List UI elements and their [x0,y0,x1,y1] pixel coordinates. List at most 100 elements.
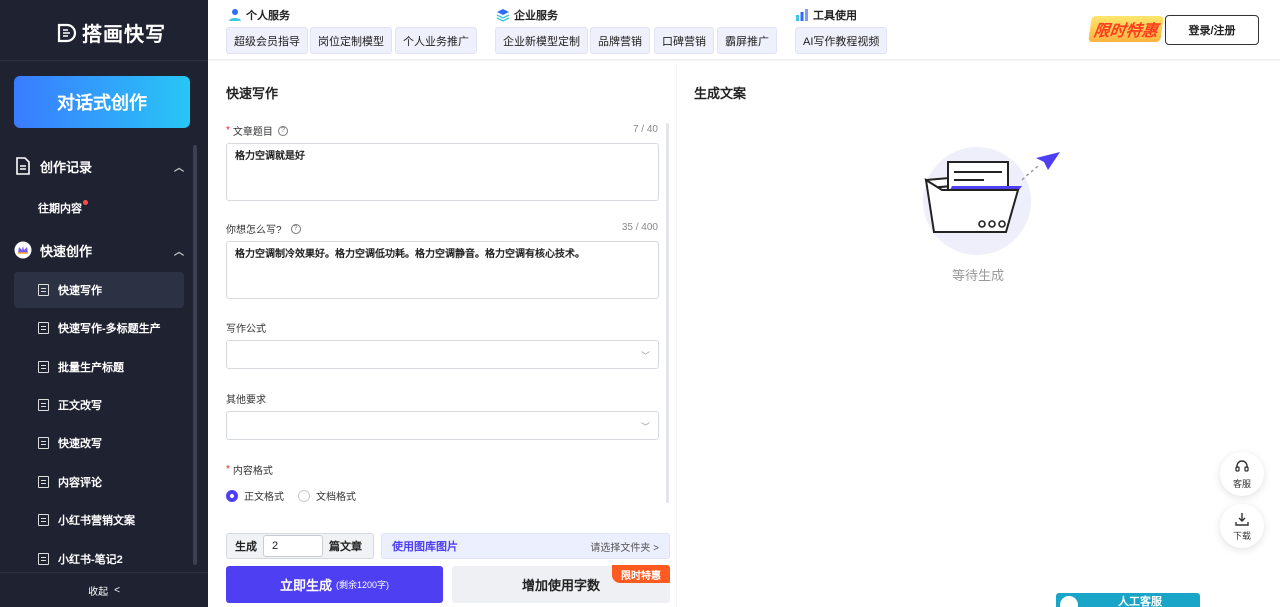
chevron-up-icon: ︿ [174,246,184,258]
sidebar-nav-label: 正文改写 [58,400,102,412]
waiting-text: 等待生成 [952,268,1005,283]
tag-personal-promo[interactable]: 个人业务推广 [395,27,477,54]
formula-select[interactable]: ﹀ [226,340,659,369]
sidebar: 搭画快写 对话式创作 创作记录 ︿ 往期内容 快速创作 ︿ 快速写作快速写作-多… [0,0,208,607]
tag-reputation-marketing[interactable]: 口碑营销 [654,27,714,54]
article-title-label: * 文章题目 ? [226,123,288,138]
brand-name: 搭画快写 [82,24,166,46]
chevron-down-icon: ﹀ [640,351,650,361]
required-mark: * [226,464,230,475]
collapse-button[interactable]: 收起 < [0,572,208,607]
other-requirements-select[interactable]: ﹀ [226,411,659,440]
how-to-write-input[interactable]: 格力空调制冷效果好。格力空调低功耗。格力空调静音。格力空调有核心技术。 [226,241,659,299]
empty-folder-illustration [923,147,1060,255]
article-title-input[interactable]: 格力空调就是好 [226,143,659,201]
edit-doc-icon [38,437,49,449]
sidebar-nav-label: 小红书营销文案 [58,515,135,527]
how-to-write-label: 你想怎么写? ? [226,221,301,236]
chat-bubble-icon [1060,596,1078,607]
chevron-up-icon: ︿ [174,162,184,174]
sidebar-scrollbar[interactable] [193,145,197,565]
divider [0,60,208,61]
form-title: 快速写作 [226,86,279,101]
edit-doc-icon [38,476,49,488]
headset-icon [1235,459,1249,472]
use-library-label: 使用图库图片 [392,541,458,553]
remaining-words: (剩余1200字) [335,580,390,590]
generate-count-input[interactable]: 2 [263,535,323,557]
generate-suffix: 篇文章 [329,541,362,553]
tag-brand-marketing[interactable]: 品牌营销 [590,27,650,54]
section-history-label: 创作记录 [40,159,93,175]
sidebar-nav-item[interactable]: 正文改写 [14,387,184,423]
personal-service-icon [229,9,241,21]
formula-label: 写作公式 [226,324,266,335]
select-folder-button[interactable]: 请选择文件夹 > [590,539,659,554]
radio-document-format[interactable]: 文档格式 [298,488,356,503]
section-history[interactable]: 创作记录 ︿ [14,154,184,178]
sidebar-nav-label: 小红书-笔记2 [58,554,123,566]
sidebar-nav-label: 批量生产标题 [58,362,124,374]
customer-service-button[interactable]: 客服 [1220,452,1264,496]
sidebar-nav-item[interactable]: 批量生产标题 [14,349,184,385]
required-mark: * [226,125,230,136]
notification-dot [83,200,88,205]
sidebar-nav-item[interactable]: 快速改写 [14,425,184,461]
logo-icon [57,23,77,42]
group-personal-title: 个人服务 [228,7,290,23]
radio-checked [226,489,238,502]
generate-now-button[interactable]: 立即生成 (剩余1200字) [226,566,443,603]
limited-offer-badge: 限时特惠 [612,565,670,583]
group-enterprise-title: 企业服务 [496,7,558,23]
tag-enterprise-model[interactable]: 企业新模型定制 [495,27,588,54]
generate-prefix: 生成 [235,541,257,553]
login-register-button[interactable]: 登录/注册 [1165,15,1259,45]
output-title: 生成文案 [694,86,747,101]
tag-ai-tutorial[interactable]: AI写作教程视频 [795,27,888,54]
content-format-label: * 内容格式 [226,464,273,477]
dialog-create-button[interactable]: 对话式创作 [14,76,190,128]
brand-logo[interactable]: 搭画快写 [56,18,166,47]
radio-body-format[interactable]: 正文格式 [226,488,284,503]
help-icon[interactable]: ? [277,125,288,136]
sidebar-nav-label: 快速写作 [58,285,102,297]
tag-screen-promo[interactable]: 霸屏推广 [717,27,777,54]
group-tools-title: 工具使用 [795,7,857,23]
collapse-label: 收起 [88,586,109,598]
image-library-bar[interactable]: 使用图库图片 请选择文件夹 > [381,533,670,559]
edit-doc-icon [38,399,49,411]
section-quick-create[interactable]: 快速创作 ︿ [14,238,184,262]
download-button[interactable]: 下载 [1220,504,1264,548]
sidebar-nav-label: 快速改写 [58,438,102,450]
form-scrollbar[interactable] [666,123,669,503]
sidebar-nav-item[interactable]: 内容评论 [14,464,184,500]
enterprise-service-icon [496,9,510,22]
sidebar-nav-item[interactable]: 快速写作-多标题生产 [14,310,184,346]
sidebar-nav-item[interactable]: 快速写作 [14,272,184,308]
help-icon[interactable]: ? [290,223,301,234]
edit-doc-icon [38,284,49,296]
tag-super-member[interactable]: 超级会员指导 [226,27,308,54]
tools-icon [796,9,808,21]
how-to-write-count: 35 / 400 [621,222,658,233]
download-icon [1235,512,1249,526]
other-requirements-label: 其他要求 [226,395,266,406]
chevron-left-icon: < [114,584,120,596]
limited-offer-banner[interactable]: 限时特惠 [1088,16,1164,42]
chevron-right-icon: > [653,542,659,554]
edit-doc-icon [38,553,49,565]
crown-icon [14,241,32,259]
sidebar-item-past-content[interactable]: 往期内容 [38,200,88,216]
section-quick-create-label: 快速创作 [40,243,93,259]
edit-doc-icon [38,514,49,526]
sidebar-nav-label: 快速写作-多标题生产 [58,323,161,335]
human-service-bar[interactable]: 人工客服 [1056,593,1200,607]
document-icon [14,157,32,175]
top-bar: 个人服务 超级会员指导 岗位定制模型 个人业务推广 企业服务 企业新模型定制 品… [208,0,1280,60]
quick-write-form: 快速写作 * 文章题目 ? 7 / 40 格力空调就是好 你想怎么写? ? 35… [208,61,676,607]
radio-unchecked [298,489,310,502]
edit-doc-icon [38,322,49,334]
tag-job-model[interactable]: 岗位定制模型 [310,27,392,54]
sidebar-nav-item[interactable]: 小红书营销文案 [14,502,184,538]
generate-count-bar: 生成 2 篇文章 [226,533,374,559]
